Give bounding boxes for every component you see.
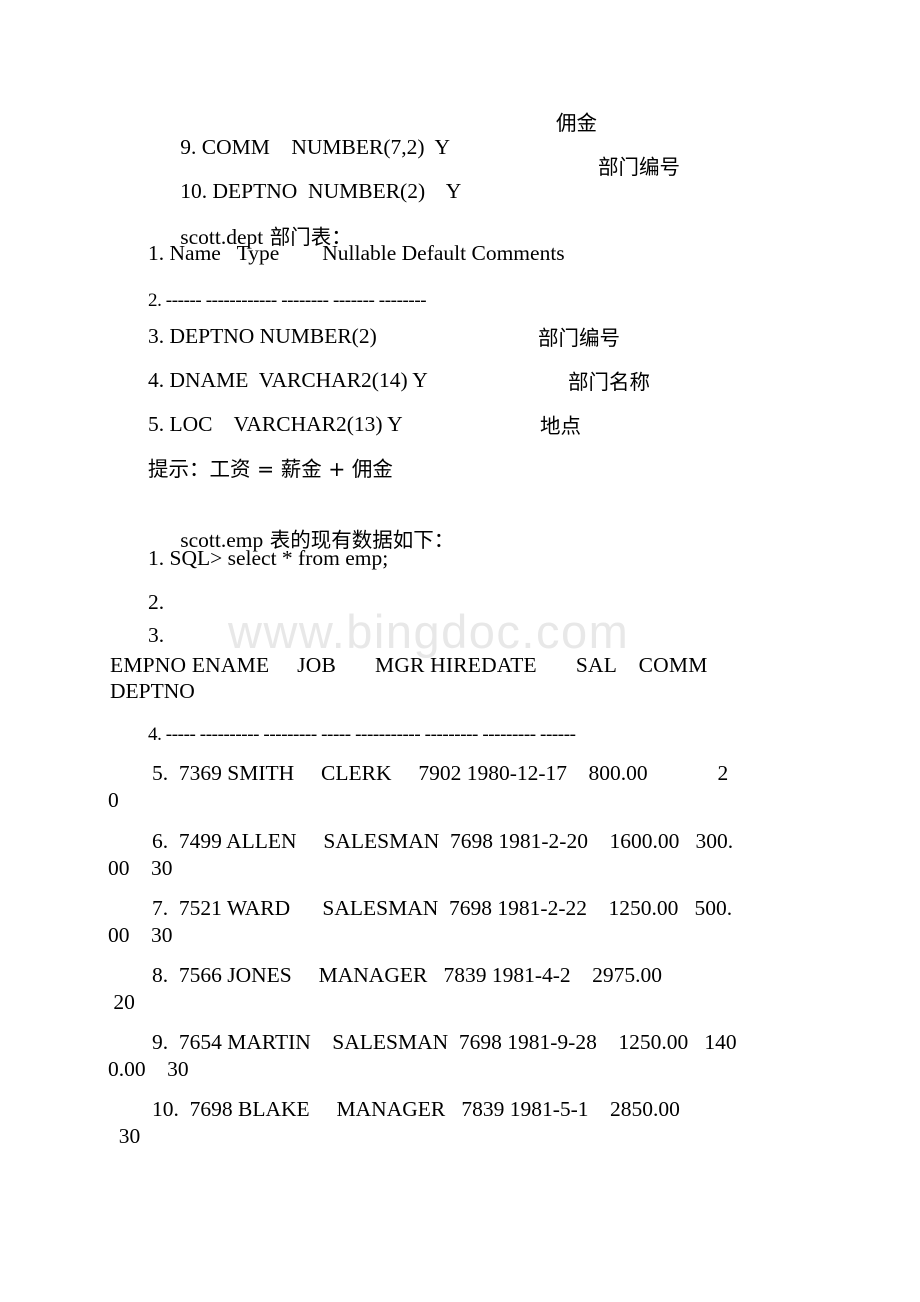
table-row: 8. 7566 JONES MANAGER 7839 1981-4-2 2975… <box>152 963 663 987</box>
table-row-wrap: 30 <box>108 1124 141 1148</box>
emp-column-header-line-2: DEPTNO <box>110 679 195 703</box>
dept-row-3: 3. DEPTNO NUMBER(2) <box>148 324 377 348</box>
table-row: 9. 7654 MARTIN SALESMAN 7698 1981-9-28 1… <box>152 1030 737 1054</box>
emp-column-row-10-comment: 部门编号 <box>598 155 680 179</box>
dept-header-row: 1. Name Type Nullable Default Comments <box>148 241 565 265</box>
table-row-wrap: 00 30 <box>108 923 173 947</box>
dept-row-5: 5. LOC VARCHAR2(13) Y <box>148 412 403 436</box>
table-row: 5. 7369 SMITH CLERK 7902 1980-12-17 800.… <box>152 761 729 785</box>
dept-row-3-comment: 部门编号 <box>538 326 620 350</box>
emp-separator-row: 4. ----- ---------- --------- ----- ----… <box>148 724 576 745</box>
table-row-wrap: 0 <box>108 788 119 812</box>
table-row: 7. 7521 WARD SALESMAN 7698 1981-2-22 125… <box>152 896 733 920</box>
emp-column-row-9-comment: 佣金 <box>556 111 597 135</box>
table-row: 10. 7698 BLAKE MANAGER 7839 1981-5-1 285… <box>152 1097 680 1121</box>
emp-column-header-line-1: EMPNO ENAME JOB MGR HIREDATE SAL COMM <box>110 653 708 677</box>
document-page: www.bingdoc.com 9. COMM NUMBER(7,2) Y 佣金… <box>0 0 920 1302</box>
table-row: 6. 7499 ALLEN SALESMAN 7698 1981-2-20 16… <box>152 829 734 853</box>
table-row-wrap: 00 30 <box>108 856 173 880</box>
table-row-wrap: 0.00 30 <box>108 1057 189 1081</box>
dept-row-4: 4. DNAME VARCHAR2(14) Y <box>148 368 428 392</box>
dept-separator-row: 2. ------ ------------ -------- ------- … <box>148 290 427 311</box>
table-row-wrap: 20 <box>108 990 135 1014</box>
sql-statement-line: 1. SQL> select * from emp; <box>148 546 389 570</box>
watermark-text: www.bingdoc.com <box>228 605 630 658</box>
hint-line: 提示：工资 = 薪金 + 佣金 <box>148 457 393 481</box>
sql-blank-line-2: 2. <box>148 590 165 614</box>
sql-blank-line-3: 3. <box>148 623 165 647</box>
dept-row-5-comment: 地点 <box>540 414 581 438</box>
dept-row-4-comment: 部门名称 <box>568 370 650 394</box>
